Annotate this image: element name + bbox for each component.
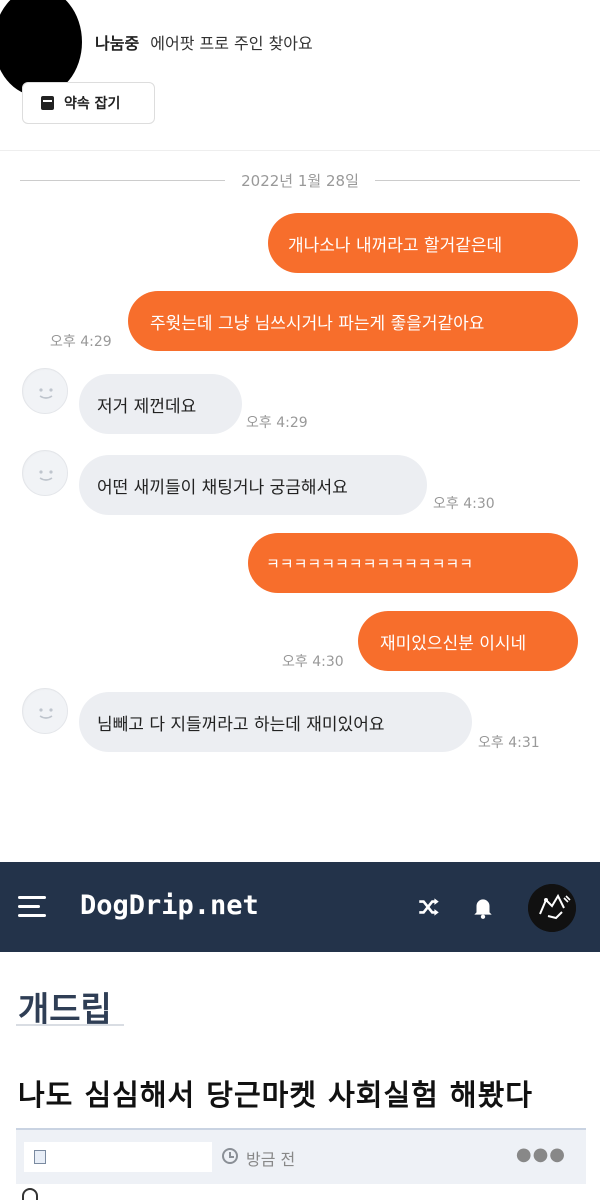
message-bubble-mine[interactable]: 개나소나 내꺼라고 할거같은데: [268, 213, 578, 273]
message-timestamp: 오후 4:29: [50, 334, 112, 350]
message-bubble-mine[interactable]: ㅋㅋㅋㅋㅋㅋㅋㅋㅋㅋㅋㅋㅋㅋㅋ: [248, 533, 578, 593]
chat-header: 나눔중 에어팟 프로 주인 찾아요 약속 잡기: [0, 0, 600, 150]
message-text: 어떤 새끼들이 채팅거나 궁금해서요: [97, 477, 348, 498]
date-divider: 2022년 1월 28일: [20, 168, 580, 192]
item-title[interactable]: 에어팟 프로 주인 찾아요: [150, 34, 312, 53]
calendar-icon: [41, 96, 54, 110]
message-bubble-mine[interactable]: 주웟는데 그냥 님쓰시거나 파는게 좋을거같아요: [128, 291, 578, 351]
more-options-icon[interactable]: ●●●: [516, 1144, 566, 1165]
author-box[interactable]: [24, 1142, 212, 1172]
message-text: 저거 제껀데요: [97, 396, 197, 417]
message-timestamp: 오후 4:30: [282, 654, 344, 670]
default-profile-icon: [24, 690, 67, 733]
author-level-icon: [34, 1150, 46, 1164]
sender-avatar[interactable]: [22, 688, 68, 734]
clock-icon: [222, 1148, 238, 1164]
message-text: 주웟는데 그냥 님쓰시거나 파는게 좋을거같아요: [150, 313, 485, 334]
message-text: 개나소나 내꺼라고 할거같은데: [288, 235, 503, 256]
sender-avatar[interactable]: [22, 368, 68, 414]
message-text: ㅋㅋㅋㅋㅋㅋㅋㅋㅋㅋㅋㅋㅋㅋㅋ: [266, 554, 474, 573]
site-logo[interactable]: DogDrip.net: [80, 890, 259, 921]
partial-icon: [22, 1188, 38, 1200]
default-profile-icon: [24, 452, 67, 495]
post-time: 방금 전: [246, 1150, 296, 1169]
message-timestamp: 오후 4:30: [433, 496, 495, 512]
message-text: 님빼고 다 지들꺼라고 하는데 재미있어요: [97, 714, 385, 735]
post-meta-bar: 방금 전 ●●●: [16, 1128, 586, 1184]
board-title-underline: [16, 1024, 124, 1026]
appointment-button[interactable]: 약속 잡기: [22, 82, 155, 124]
message-bubble-theirs[interactable]: 님빼고 다 지들꺼라고 하는데 재미있어요: [79, 692, 472, 752]
user-profile-avatar[interactable]: [528, 884, 576, 932]
default-profile-icon: [24, 370, 67, 413]
appointment-button-label: 약속 잡기: [64, 96, 121, 112]
message-bubble-theirs[interactable]: 저거 제껀데요: [79, 374, 242, 434]
message-timestamp: 오후 4:31: [478, 735, 540, 751]
chat-item-title-row: 나눔중 에어팟 프로 주인 찾아요: [95, 30, 313, 54]
message-timestamp: 오후 4:29: [246, 415, 308, 431]
header-divider: [0, 150, 600, 151]
message-bubble-mine[interactable]: 재미있으신분 이시네: [358, 611, 578, 671]
menu-icon[interactable]: [18, 894, 50, 920]
share-status-label: 나눔중: [95, 34, 140, 53]
message-bubble-theirs[interactable]: 어떤 새끼들이 채팅거나 궁금해서요: [79, 455, 427, 515]
post-title: 나도 심심해서 당근마켓 사회실험 해봤다: [18, 1078, 533, 1112]
shuffle-icon[interactable]: [416, 894, 442, 920]
bell-icon[interactable]: [470, 894, 496, 920]
site-navbar: DogDrip.net: [0, 862, 600, 952]
sender-avatar[interactable]: [22, 450, 68, 496]
message-text: 재미있으신분 이시네: [380, 633, 527, 654]
